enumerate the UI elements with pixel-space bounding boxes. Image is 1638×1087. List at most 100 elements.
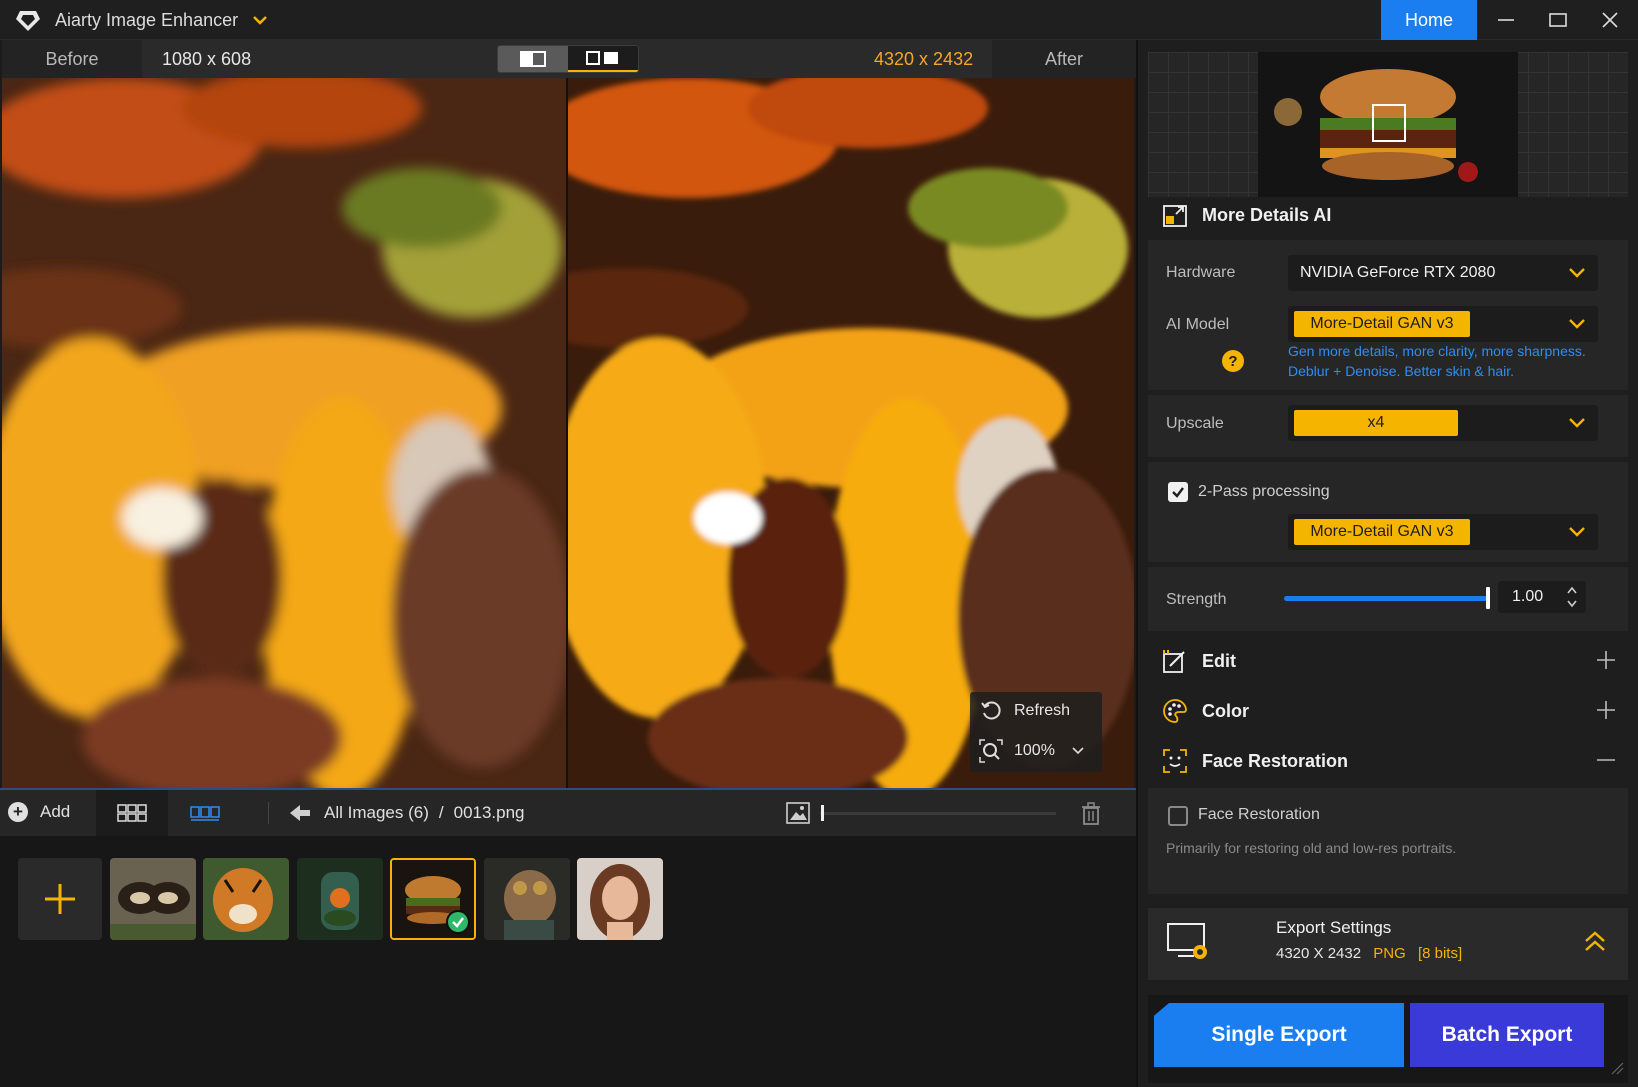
selected-check-icon xyxy=(446,910,470,934)
thumbnail-tiger[interactable] xyxy=(203,858,289,940)
more-details-ai-header: More Details AI xyxy=(1162,202,1331,228)
hardware-select[interactable]: NVIDIA GeForce RTX 2080 xyxy=(1288,255,1598,291)
ai-model-select[interactable]: More-Detail GAN v3 xyxy=(1288,306,1598,342)
upscale-select[interactable]: x4 xyxy=(1288,405,1598,441)
face-restoration-description: Primarily for restoring old and low-res … xyxy=(1166,840,1457,856)
thumbnail-butterfly[interactable] xyxy=(110,858,196,940)
strength-slider-knob[interactable] xyxy=(1486,587,1490,609)
grid-view-icon[interactable] xyxy=(96,790,168,836)
upscale-value: x4 xyxy=(1294,410,1458,436)
two-pass-model-select[interactable]: More-Detail GAN v3 xyxy=(1288,514,1598,550)
split-view-icon[interactable] xyxy=(568,46,638,72)
add-image-tile[interactable] xyxy=(18,858,102,940)
before-resolution: 1080 x 608 xyxy=(162,49,252,69)
strength-input[interactable]: 1.00 xyxy=(1498,581,1586,613)
refresh-button[interactable]: Refresh xyxy=(970,692,1102,730)
ai-model-label: AI Model xyxy=(1166,316,1230,333)
resize-grip-icon[interactable] xyxy=(1610,1061,1624,1075)
face-restoration-header[interactable]: Face Restoration xyxy=(1162,748,1348,774)
thumbnail-portrait[interactable] xyxy=(577,858,663,940)
breadcrumb-filename: 0013.png xyxy=(453,803,525,822)
zoom-select[interactable]: 100% xyxy=(970,732,1102,770)
export-settings-title: Export Settings xyxy=(1276,918,1392,937)
two-pass-checkbox[interactable] xyxy=(1168,482,1188,502)
thumbnail-jar-garden[interactable] xyxy=(297,858,383,940)
color-label: Color xyxy=(1202,700,1249,721)
zoom-icon xyxy=(978,738,1004,764)
compare-header: Before 1080 x 608 4320 x 2432 After xyxy=(2,40,1136,78)
breadcrumb-all-images[interactable]: All Images (6) xyxy=(324,803,429,823)
export-settings-summary: 4320 X 2432 PNG [8 bits] xyxy=(1276,945,1462,962)
maximize-icon[interactable] xyxy=(1532,0,1584,40)
hardware-value: NVIDIA GeForce RTX 2080 xyxy=(1300,264,1496,281)
chevron-down-icon xyxy=(1569,319,1585,329)
expand-plus-icon[interactable] xyxy=(1596,700,1616,720)
color-section-header[interactable]: Color xyxy=(1162,698,1249,724)
hardware-label: Hardware xyxy=(1166,264,1236,281)
after-image[interactable] xyxy=(568,78,1134,788)
thumbnail-size-knob[interactable] xyxy=(821,805,824,821)
add-icon: + xyxy=(8,802,28,822)
ai-model-help-line1: Gen more details, more clarity, more sha… xyxy=(1288,343,1586,359)
chevron-double-up-icon[interactable] xyxy=(1584,930,1606,954)
face-restoration-label: Face Restoration xyxy=(1202,750,1349,771)
single-view-icon[interactable] xyxy=(498,46,568,72)
view-mode-toggle[interactable] xyxy=(497,45,639,73)
breadcrumb: All Images (6) / 0013.png xyxy=(290,803,525,823)
strength-slider[interactable] xyxy=(1284,596,1490,601)
close-icon[interactable] xyxy=(1584,0,1636,40)
ai-model-value: More-Detail GAN v3 xyxy=(1294,311,1470,337)
chevron-down-icon xyxy=(1569,268,1585,278)
upscale-label: Upscale xyxy=(1166,415,1224,432)
image-size-icon xyxy=(786,802,810,824)
export-settings[interactable]: Export Settings 4320 X 2432 PNG [8 bits] xyxy=(1148,908,1628,980)
before-image[interactable] xyxy=(2,78,566,788)
export-format: PNG xyxy=(1373,945,1406,962)
filmstrip-view-icon[interactable] xyxy=(180,790,230,836)
home-button[interactable]: Home xyxy=(1381,0,1477,40)
add-image-button[interactable]: + Add xyxy=(8,802,70,822)
back-arrow-icon[interactable] xyxy=(290,804,312,822)
stepper-icon[interactable] xyxy=(1566,585,1578,609)
navigator-preview[interactable] xyxy=(1148,52,1628,197)
chevron-down-icon[interactable] xyxy=(252,13,268,27)
edit-label: Edit xyxy=(1202,650,1236,671)
chevron-down-icon xyxy=(1569,418,1585,428)
refresh-icon xyxy=(978,698,1004,724)
single-export-button[interactable]: Single Export xyxy=(1154,1003,1404,1067)
export-bit-depth: [8 bits] xyxy=(1417,945,1463,962)
upscale-card: Upscale x4 xyxy=(1148,395,1628,457)
thumbnail-burger[interactable] xyxy=(390,858,476,940)
navigator-viewport[interactable] xyxy=(1372,104,1406,142)
export-resolution: 4320 X 2432 xyxy=(1276,945,1362,962)
two-pass-model-value: More-Detail GAN v3 xyxy=(1294,519,1470,545)
navigator-thumbnail xyxy=(1258,52,1518,197)
batch-export-button[interactable]: Batch Export xyxy=(1410,1003,1604,1067)
toolbar-separator xyxy=(268,802,269,824)
zoom-value: 100% xyxy=(1014,742,1055,759)
help-icon[interactable]: ? xyxy=(1222,350,1244,372)
breadcrumb-separator: / xyxy=(438,803,444,822)
ai-model-description: Gen more details, more clarity, more sha… xyxy=(1288,341,1586,381)
edit-icon xyxy=(1163,650,1185,673)
chevron-down-icon xyxy=(1072,747,1084,755)
thumbnail-size-slider[interactable] xyxy=(820,812,1056,815)
collapse-minus-icon[interactable] xyxy=(1596,750,1616,770)
export-settings-icon xyxy=(1167,923,1207,959)
face-restoration-checkbox-label[interactable]: Face Restoration xyxy=(1198,806,1320,824)
trash-icon[interactable] xyxy=(1080,802,1102,826)
minimize-icon[interactable] xyxy=(1480,0,1532,40)
refresh-label: Refresh xyxy=(1014,702,1071,719)
thumbnail-toolbar: + Add All Images (6) / 0013.png xyxy=(0,788,1136,836)
face-scan-icon xyxy=(1163,749,1187,773)
face-restoration-checkbox[interactable] xyxy=(1168,806,1188,826)
expand-plus-icon[interactable] xyxy=(1596,650,1616,670)
preview-overlay-controls: Refresh 100% xyxy=(970,692,1102,772)
edit-section-header[interactable]: Edit xyxy=(1162,648,1236,674)
two-pass-label[interactable]: 2-Pass processing xyxy=(1198,483,1330,501)
thumbnail-steampunk-dog[interactable] xyxy=(484,858,570,940)
face-restoration-card: Face Restoration Primarily for restoring… xyxy=(1148,788,1628,894)
add-label: Add xyxy=(40,802,71,821)
before-label: Before xyxy=(2,40,142,78)
plus-icon xyxy=(45,884,75,914)
